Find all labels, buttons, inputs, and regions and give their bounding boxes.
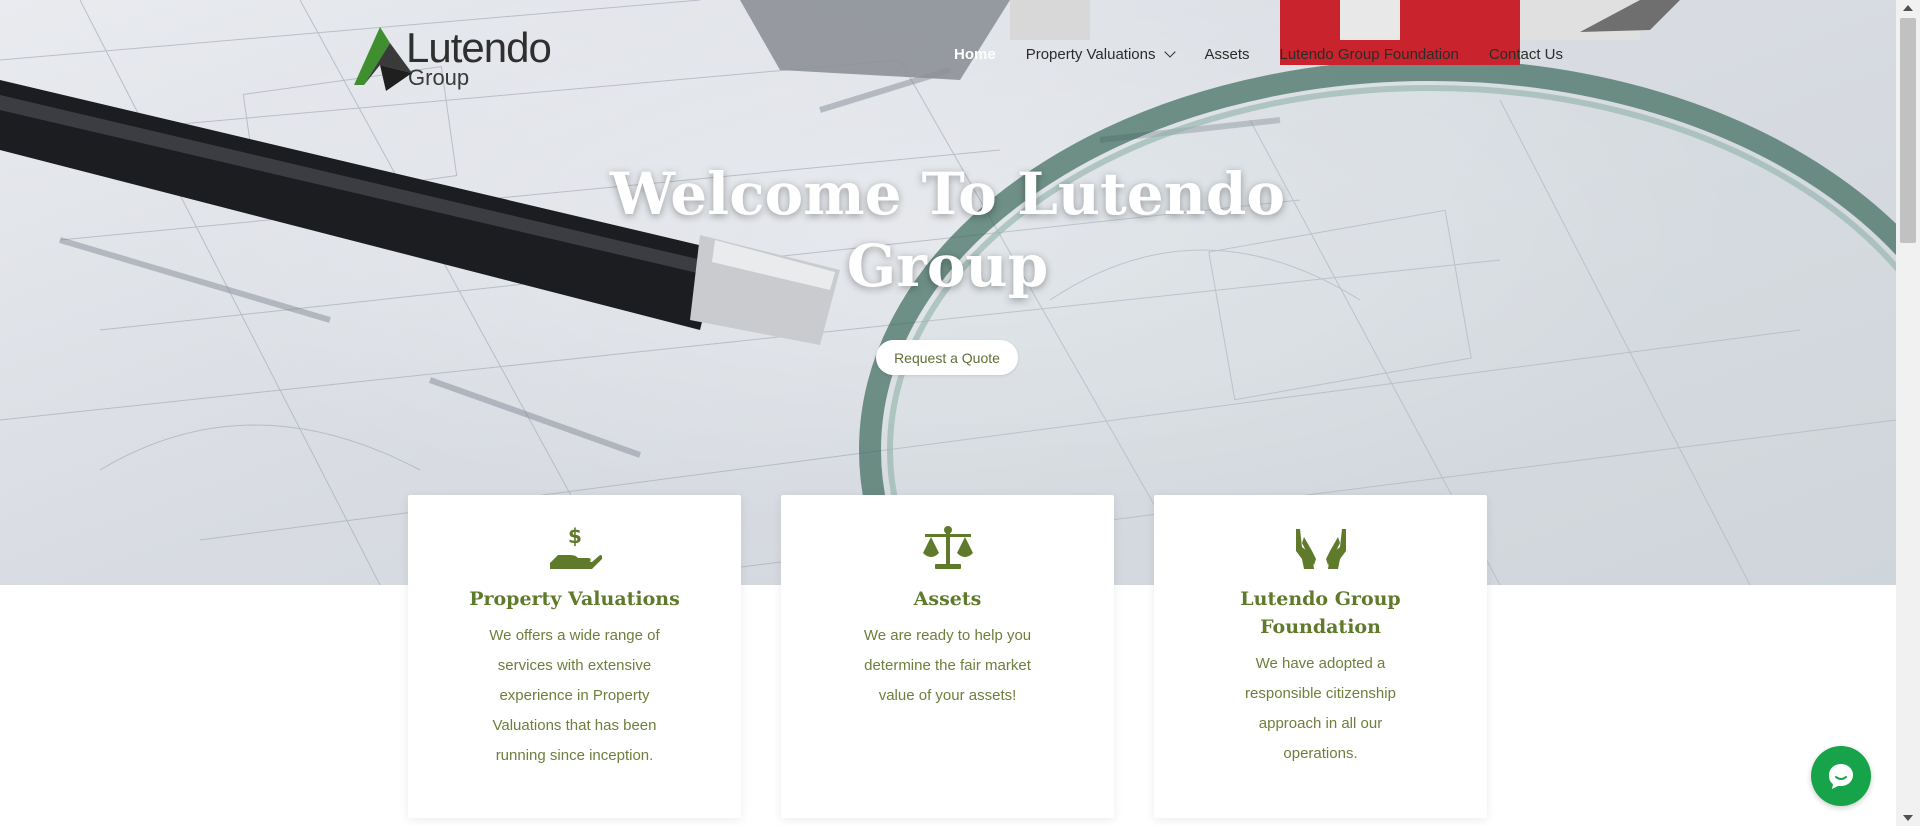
chevron-down-icon: [1164, 46, 1177, 58]
request-quote-button[interactable]: Request a Quote: [876, 340, 1018, 375]
hero-title: Welcome To Lutendo Group: [609, 160, 1286, 300]
scroll-down-button[interactable]: [1896, 810, 1920, 826]
card-description: We offers a wide range of services with …: [489, 627, 660, 764]
chat-button[interactable]: [1811, 746, 1871, 806]
main-navigation: Home Property Valuations Assets Lutendo …: [954, 46, 1563, 63]
page-scrollbar[interactable]: [1896, 0, 1920, 826]
service-card-property-valuations[interactable]: $ Property Valuations We offers a wide r…: [408, 495, 741, 818]
logo-name: Lutendo: [406, 24, 552, 71]
nav-assets[interactable]: Assets: [1204, 46, 1249, 63]
chat-bubble-icon: [1829, 764, 1853, 789]
logo-mark-icon: [350, 23, 414, 93]
nav-home[interactable]: Home: [954, 46, 996, 63]
svg-text:$: $: [568, 525, 582, 548]
hand-dollar-icon: $: [549, 525, 602, 569]
balance-scale-icon: [922, 526, 973, 569]
nav-assets-label: Assets: [1204, 46, 1250, 63]
service-card-foundation[interactable]: Lutendo Group Foundation We have adopted…: [1154, 495, 1487, 818]
card-title: Property Valuations: [469, 588, 680, 610]
card-description: We have adopted a responsible citizenshi…: [1245, 655, 1396, 762]
nav-property-valuations[interactable]: Property Valuations: [1025, 46, 1177, 63]
nav-property-valuations-label: Property Valuations: [1025, 46, 1156, 63]
scroll-up-button[interactable]: [1896, 0, 1920, 16]
arrow-up-icon: [1903, 5, 1913, 11]
service-card-assets[interactable]: Assets We are ready to help you determin…: [781, 495, 1114, 818]
open-hands-icon: [1295, 529, 1346, 569]
card-description: We are ready to help you determine the f…: [863, 627, 1032, 704]
nav-home-label: Home: [954, 46, 996, 63]
card-title: Lutendo Group Foundation: [1240, 588, 1401, 638]
site-logo[interactable]: Lutendo Group: [350, 22, 570, 94]
nav-contact-us-label: Contact Us: [1488, 46, 1564, 63]
nav-foundation[interactable]: Lutendo Group Foundation: [1280, 46, 1459, 63]
card-title: Assets: [913, 588, 982, 610]
arrow-down-icon: [1903, 815, 1913, 821]
nav-foundation-label: Lutendo Group Foundation: [1279, 46, 1459, 63]
nav-contact-us[interactable]: Contact Us: [1489, 46, 1563, 63]
scrollbar-thumb[interactable]: [1900, 18, 1916, 243]
